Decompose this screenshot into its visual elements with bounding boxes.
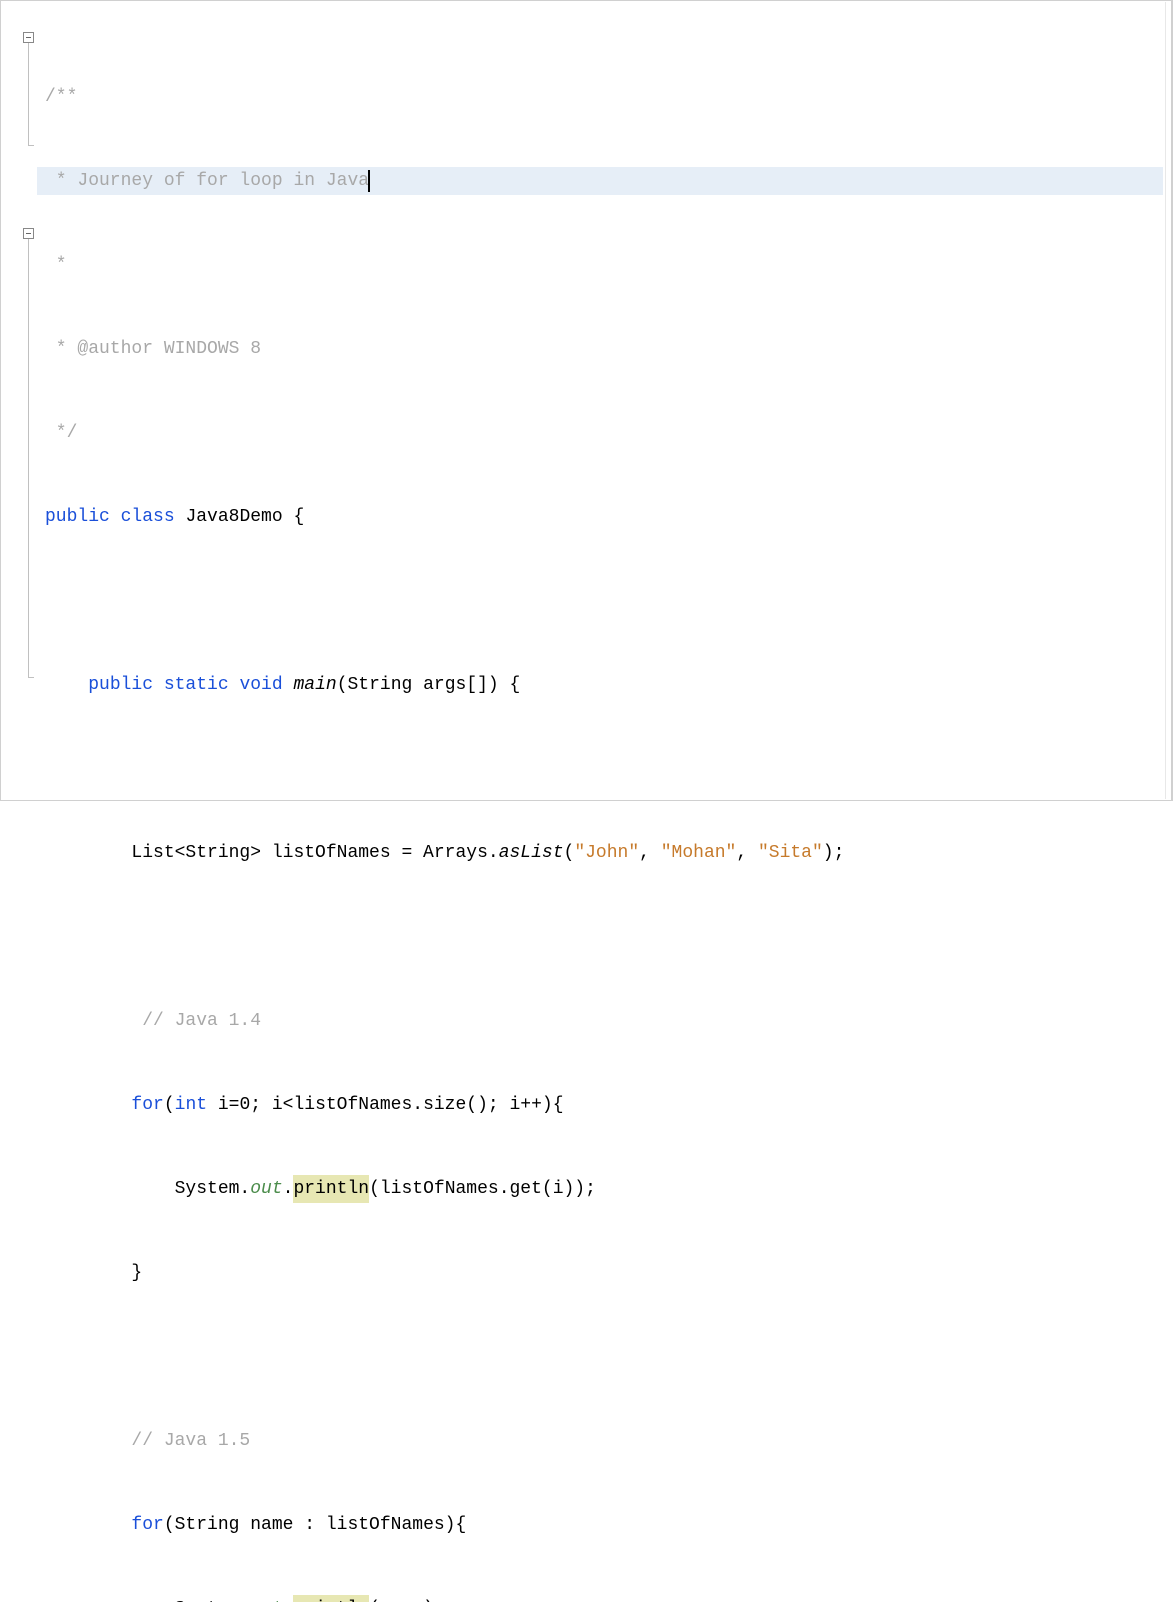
comma-1: , [639, 839, 661, 867]
println-1: println [293, 1175, 369, 1203]
println-args-2: (name); [369, 1595, 445, 1602]
javadoc-author: * @author WINDOWS 8 [45, 335, 261, 363]
fold-line-comment [28, 43, 29, 145]
println-2: println [293, 1595, 369, 1602]
paren-for-1: ( [164, 1091, 175, 1119]
active-line[interactable]: * Journey of for loop in Java [37, 167, 1163, 195]
javadoc-star: * [45, 251, 67, 279]
fold-end-comment [28, 145, 34, 146]
out-1: out [250, 1175, 282, 1203]
javadoc-desc: * Journey of for loop in Java [45, 167, 369, 195]
javadoc-open: /** [45, 83, 77, 111]
paren-open-1: ( [564, 839, 575, 867]
for-rest-1: i=0; i<listOfNames.size(); i++){ [207, 1091, 563, 1119]
dot-1: . [283, 1175, 294, 1203]
fold-gutter [1, 1, 37, 800]
list-end: ); [823, 839, 845, 867]
fold-end-method [28, 677, 34, 678]
fold-line-method [28, 239, 29, 677]
aslist-call: asList [499, 839, 564, 867]
kw-class: class [110, 503, 186, 531]
class-name: Java8Demo { [185, 503, 304, 531]
kw-static: static [153, 671, 239, 699]
main-params: (String args[]) { [337, 671, 521, 699]
sys-2: System. [45, 1595, 250, 1602]
javadoc-close: */ [45, 419, 77, 447]
str-sita: "Sita" [758, 839, 823, 867]
fold-toggle-method[interactable] [23, 228, 34, 239]
code-content[interactable]: /** * Journey of for loop in Java * * @a… [37, 1, 1171, 800]
indent-1 [45, 671, 88, 699]
sys-1: System. [45, 1175, 250, 1203]
kw-for-2: for [45, 1511, 164, 1539]
println-args-1: (listOfNames.get(i)); [369, 1175, 596, 1203]
for-rest-2: (String name : listOfNames){ [164, 1511, 466, 1539]
kw-public-2: public [88, 671, 153, 699]
kw-void: void [239, 671, 282, 699]
method-main: main [283, 671, 337, 699]
text-cursor [368, 170, 370, 192]
close-brace-1: } [45, 1259, 142, 1287]
str-mohan: "Mohan" [661, 839, 737, 867]
dot-2: . [283, 1595, 294, 1602]
out-2: out [250, 1595, 282, 1602]
cmt-15: // Java 1.5 [45, 1427, 250, 1455]
kw-for-1: for [45, 1091, 164, 1119]
comma-2: , [736, 839, 758, 867]
fold-toggle-comment[interactable] [23, 32, 34, 43]
str-john: "John" [574, 839, 639, 867]
kw-int: int [175, 1091, 207, 1119]
scrollbar-vertical[interactable] [1165, 2, 1170, 799]
code-editor[interactable]: /** * Journey of for loop in Java * * @a… [1, 1, 1171, 800]
cmt-14: // Java 1.4 [45, 1007, 261, 1035]
kw-public-1: public [45, 503, 110, 531]
list-decl: List<String> listOfNames = Arrays. [45, 839, 499, 867]
